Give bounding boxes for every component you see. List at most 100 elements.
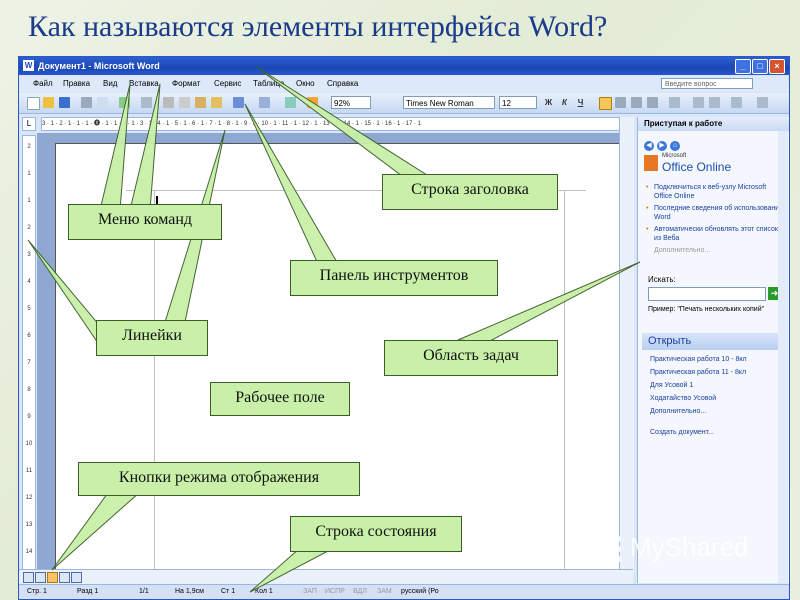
drawing-icon[interactable] — [307, 97, 318, 108]
callout-task-pane: Область задач — [384, 340, 558, 376]
vertical-ruler-number: 10 — [25, 441, 33, 447]
status-at: На 1,9см — [175, 588, 204, 595]
underline-button[interactable]: Ч — [575, 97, 586, 108]
vertical-ruler-number: 9 — [27, 414, 31, 420]
search-label: Искать: — [648, 275, 676, 284]
status-ovr[interactable]: ЗАМ — [377, 585, 392, 599]
open-folder-icon[interactable] — [43, 97, 54, 108]
menu-tools[interactable]: Сервис — [214, 76, 241, 92]
save-icon[interactable] — [59, 97, 70, 108]
zoom-select[interactable]: 92% — [331, 96, 371, 109]
maximize-button[interactable]: □ — [752, 59, 768, 74]
font-name-select[interactable]: Times New Roman — [403, 96, 495, 109]
recent-file[interactable]: Ходатайство Усовой — [650, 392, 786, 405]
align-left-icon[interactable] — [599, 97, 612, 110]
web-view-button[interactable] — [35, 572, 46, 583]
borders-icon[interactable] — [757, 97, 768, 108]
status-bar: Стр. 1 Разд 1 1/1 На 1,9см Ст 1 Кол 1 ЗА… — [19, 584, 789, 599]
menu-window[interactable]: Окно — [296, 76, 315, 92]
home-icon[interactable]: ⌂ — [670, 141, 680, 151]
callout-title-bar: Строка заголовка — [382, 174, 558, 210]
callout-view-buttons: Кнопки режима отображения — [78, 462, 360, 496]
hyperlink-icon[interactable] — [285, 97, 296, 108]
forward-icon[interactable]: ▶ — [657, 141, 667, 151]
menu-file[interactable]: Файл — [33, 76, 53, 92]
vertical-ruler[interactable]: 2 1 1 2 3 4 5 6 7 8 9 10 11 12 13 14 — [22, 135, 36, 577]
task-pane-links: Подключиться к веб-узлу Microsoft Office… — [646, 183, 786, 255]
preview-icon[interactable] — [97, 97, 108, 108]
status-rec[interactable]: ЗАП — [303, 585, 317, 599]
search-input[interactable] — [648, 287, 766, 301]
cut-icon[interactable] — [163, 97, 174, 108]
redo-icon[interactable] — [259, 97, 270, 108]
copy-icon[interactable] — [179, 97, 190, 108]
link-more[interactable]: Дополнительно... — [646, 246, 786, 255]
minimize-button[interactable]: _ — [735, 59, 751, 74]
menu-view[interactable]: Вид — [103, 76, 117, 92]
tab-selector[interactable]: L — [22, 117, 36, 131]
back-icon[interactable]: ◀ — [644, 141, 654, 151]
logo-big-text: Office Online — [662, 160, 732, 174]
line-spacing-icon[interactable] — [669, 97, 680, 108]
vertical-ruler-number: 5 — [27, 306, 31, 312]
open-more-link[interactable]: Дополнительно... — [650, 405, 786, 418]
horizontal-scrollbar[interactable] — [19, 569, 633, 584]
align-right-icon[interactable] — [631, 97, 642, 108]
outline-view-button[interactable] — [71, 572, 82, 583]
create-document-link[interactable]: Создать документ... — [650, 429, 714, 436]
word-app-icon: W — [23, 60, 34, 71]
bold-button[interactable]: Ж — [543, 97, 554, 108]
menu-insert[interactable]: Вставка — [129, 76, 159, 92]
research-icon[interactable] — [141, 97, 152, 108]
task-pane-scrollbar[interactable] — [778, 131, 788, 583]
paste-icon[interactable] — [195, 97, 206, 108]
numbering-icon[interactable] — [693, 97, 704, 108]
menu-edit[interactable]: Правка — [63, 76, 90, 92]
horizontal-ruler[interactable]: 3 · 1 · 2 · 1 · 1 · 1 · 🅧 · 1 · 1 · 2 · … — [41, 117, 633, 131]
menu-table[interactable]: Таблица — [253, 76, 284, 92]
task-pane-header: Приступая к работе — [638, 117, 789, 131]
bullets-icon[interactable] — [709, 97, 720, 108]
status-trk[interactable]: ИСПР — [325, 585, 345, 599]
office-online-logo: Microsoft Office Online — [644, 153, 784, 175]
menu-help[interactable]: Справка — [327, 76, 358, 92]
myshared-logo-icon — [613, 535, 621, 563]
italic-button[interactable]: К — [559, 97, 570, 108]
help-question-input[interactable]: Введите вопрос — [661, 78, 753, 89]
vertical-ruler-number: 2 — [27, 225, 31, 231]
status-pages: 1/1 — [139, 588, 149, 595]
vertical-scrollbar[interactable] — [619, 117, 634, 575]
link-auto-update[interactable]: Автоматически обновлять этот список из В… — [646, 225, 786, 243]
margin-guide-right — [564, 190, 565, 570]
task-pane-title[interactable]: Приступая к работе — [644, 117, 722, 131]
align-center-icon[interactable] — [615, 97, 626, 108]
callout-status-bar: Строка состояния — [290, 516, 462, 552]
font-size-select[interactable]: 12 — [499, 96, 537, 109]
recent-file[interactable]: Практическая работа 11 - 8кл — [650, 366, 786, 379]
print-layout-button[interactable] — [47, 572, 58, 583]
indent-icon[interactable] — [731, 97, 742, 108]
vertical-ruler-number: 11 — [25, 468, 33, 474]
callout-workspace: Рабочее поле — [210, 382, 350, 416]
reading-view-button[interactable] — [59, 572, 70, 583]
print-icon[interactable] — [81, 97, 92, 108]
menu-format[interactable]: Формат — [172, 76, 200, 92]
recent-file[interactable]: Практическая работа 10 - 8кл — [650, 353, 786, 366]
undo-icon[interactable] — [233, 97, 244, 108]
format-painter-icon[interactable] — [211, 97, 222, 108]
margin-guide-left — [154, 190, 155, 570]
vertical-ruler-number: 4 — [27, 279, 31, 285]
open-section-title: Открыть — [642, 333, 788, 350]
justify-icon[interactable] — [647, 97, 658, 108]
link-latest-news[interactable]: Последние сведения об использовании Word — [646, 204, 786, 222]
new-doc-icon[interactable] — [27, 97, 40, 110]
close-button[interactable]: × — [769, 59, 785, 74]
spelling-icon[interactable] — [119, 97, 130, 108]
normal-view-button[interactable] — [23, 572, 34, 583]
vertical-ruler-number: 7 — [27, 360, 31, 366]
link-connect[interactable]: Подключиться к веб-узлу Microsoft Office… — [646, 183, 786, 201]
vertical-ruler-number: 13 — [25, 522, 33, 528]
status-ext[interactable]: ВДЛ — [353, 585, 367, 599]
recent-file[interactable]: Для Усовой 1 — [650, 379, 786, 392]
vertical-ruler-number: 12 — [25, 495, 33, 501]
